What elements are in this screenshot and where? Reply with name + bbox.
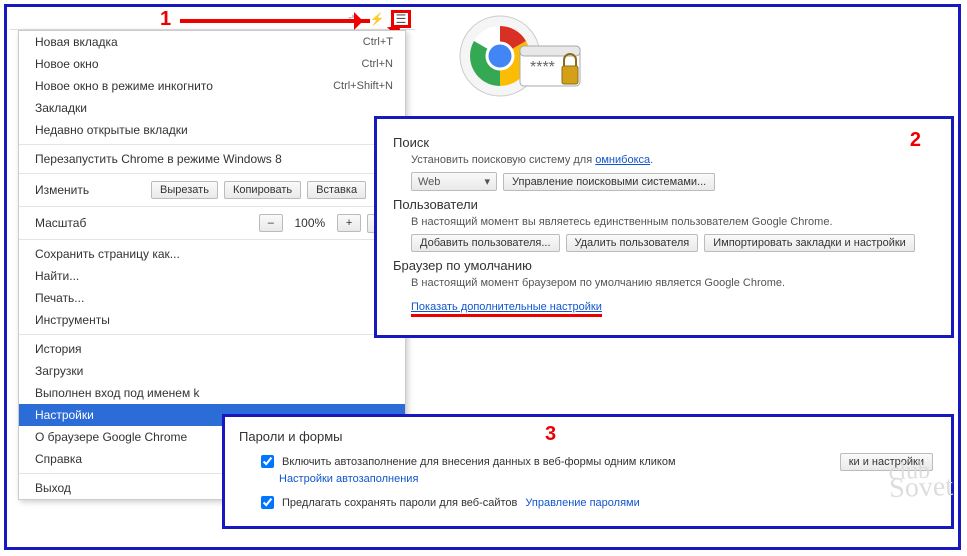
menu-label: Закладки bbox=[35, 101, 393, 115]
manage-passwords-link[interactable]: Управление паролями bbox=[525, 497, 639, 509]
menu-label: Новая вкладка bbox=[35, 35, 363, 49]
offer-save-passwords-checkbox[interactable] bbox=[261, 496, 274, 509]
menu-label: Недавно открытые вкладки bbox=[35, 123, 393, 137]
menu-separator bbox=[19, 144, 405, 145]
section-default-browser-heading: Браузер по умолчанию bbox=[393, 258, 935, 273]
menu-separator bbox=[19, 206, 405, 207]
overlapped-import-button[interactable]: ки и настройки bbox=[840, 453, 933, 471]
chevron-down-icon: ▾ bbox=[484, 175, 490, 188]
zoom-value: 100% bbox=[289, 216, 331, 230]
menu-label: Перезапустить Chrome в режиме Windows 8 bbox=[35, 152, 393, 166]
autofill-checkbox[interactable] bbox=[261, 455, 274, 468]
menu-item-history[interactable]: История bbox=[19, 338, 405, 360]
menu-item-new-tab[interactable]: Новая вкладка Ctrl+T bbox=[19, 31, 405, 53]
section-search-heading: Поиск bbox=[393, 135, 935, 150]
menu-label: Изменить bbox=[35, 183, 145, 197]
menu-shortcut: Ctrl+T bbox=[363, 36, 393, 48]
autofill-row: Включить автозаполнение для внесения дан… bbox=[239, 452, 937, 471]
svg-text:****: **** bbox=[530, 59, 555, 76]
copy-button[interactable]: Копировать bbox=[224, 181, 301, 199]
menu-label: Найти... bbox=[35, 269, 393, 283]
menu-item-new-window[interactable]: Новое окно Ctrl+N bbox=[19, 53, 405, 75]
delete-user-button[interactable]: Удалить пользователя bbox=[566, 234, 699, 252]
section-users-heading: Пользователи bbox=[393, 197, 935, 212]
annotation-label-1: 1 bbox=[160, 8, 171, 31]
import-bookmarks-button[interactable]: Импортировать закладки и настройки bbox=[704, 234, 915, 252]
section-passwords-heading: Пароли и формы bbox=[239, 429, 937, 444]
omnibox-link[interactable]: омнибокса bbox=[595, 154, 650, 166]
autofill-settings-link[interactable]: Настройки автозаполнения bbox=[239, 473, 418, 485]
menu-separator bbox=[19, 239, 405, 240]
offer-save-label: Предлагать сохранять пароли для веб-сайт… bbox=[282, 497, 517, 509]
menu-label: Новое окно в режиме инкогнито bbox=[35, 79, 333, 93]
autofill-label: Включить автозаполнение для внесения дан… bbox=[282, 456, 676, 468]
offer-save-row: Предлагать сохранять пароли для веб-сайт… bbox=[239, 493, 937, 512]
menu-item-relaunch-win8[interactable]: Перезапустить Chrome в режиме Windows 8 bbox=[19, 148, 405, 170]
menu-zoom-row: Масштаб – 100% + ⛶ bbox=[19, 210, 405, 236]
menu-label: Сохранить страницу как... bbox=[35, 247, 393, 261]
menu-label: История bbox=[35, 342, 393, 356]
annotation-label-2: 2 bbox=[910, 129, 921, 152]
select-value: Web bbox=[418, 176, 440, 188]
zoom-in-button[interactable]: + bbox=[337, 214, 361, 232]
menu-label: Новое окно bbox=[35, 57, 362, 71]
menu-item-save-page[interactable]: Сохранить страницу как... bbox=[19, 243, 405, 265]
paste-button[interactable]: Вставка bbox=[307, 181, 366, 199]
passwords-panel: Пароли и формы 3 ки и настройки Включить… bbox=[222, 414, 954, 529]
show-advanced-link[interactable]: Показать дополнительные настройки bbox=[411, 301, 602, 317]
menu-label: Загрузки bbox=[35, 364, 393, 378]
menu-label: Масштаб bbox=[35, 216, 145, 230]
menu-separator bbox=[19, 173, 405, 174]
menu-item-downloads[interactable]: Загрузки bbox=[19, 360, 405, 382]
menu-item-incognito[interactable]: Новое окно в режиме инкогнито Ctrl+Shift… bbox=[19, 75, 405, 97]
menu-item-find[interactable]: Найти... bbox=[19, 265, 405, 287]
add-user-button[interactable]: Добавить пользователя... bbox=[411, 234, 560, 252]
menu-item-signed-in[interactable]: Выполнен вход под именем k bbox=[19, 382, 405, 404]
annotation-arrow-1 bbox=[180, 19, 370, 23]
search-description: Установить поисковую систему для омнибок… bbox=[411, 154, 935, 166]
chrome-lock-icon: **** bbox=[454, 8, 592, 104]
search-engine-select[interactable]: Web ▾ bbox=[411, 172, 497, 191]
menu-item-bookmarks[interactable]: Закладки bbox=[19, 97, 405, 119]
default-browser-description: В настоящий момент браузером по умолчани… bbox=[411, 277, 935, 289]
menu-item-tools[interactable]: Инструменты bbox=[19, 309, 405, 331]
cut-button[interactable]: Вырезать bbox=[151, 181, 218, 199]
menu-shortcut: Ctrl+N bbox=[362, 58, 393, 70]
zoom-out-button[interactable]: – bbox=[259, 214, 283, 232]
users-description: В настоящий момент вы являетесь единстве… bbox=[411, 216, 935, 228]
menu-separator bbox=[19, 334, 405, 335]
menu-item-print[interactable]: Печать... bbox=[19, 287, 405, 309]
annotation-label-3: 3 bbox=[545, 423, 556, 446]
menu-label: Выполнен вход под именем k bbox=[35, 386, 393, 400]
menu-label: Инструменты bbox=[35, 313, 393, 327]
manage-search-engines-button[interactable]: Управление поисковыми системами... bbox=[503, 173, 715, 191]
menu-edit-row: Изменить Вырезать Копировать Вставка bbox=[19, 177, 405, 203]
settings-panel: 2 Поиск Установить поисковую систему для… bbox=[374, 116, 954, 338]
menu-label: Печать... bbox=[35, 291, 393, 305]
menu-item-recent-tabs[interactable]: Недавно открытые вкладки bbox=[19, 119, 405, 141]
menu-shortcut: Ctrl+Shift+N bbox=[333, 80, 393, 92]
